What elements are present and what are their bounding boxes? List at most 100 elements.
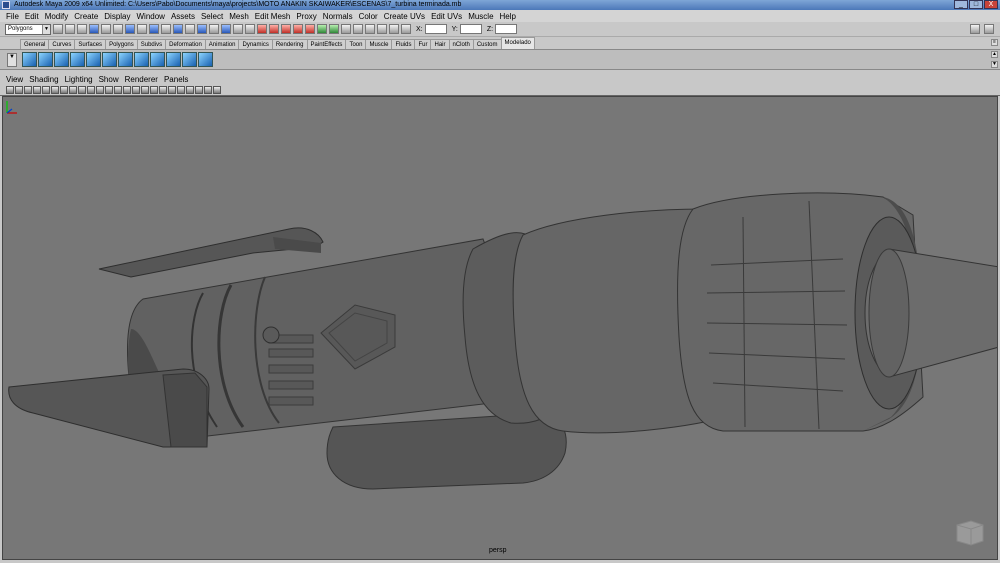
output-ops-icon[interactable]	[329, 24, 339, 34]
textured-icon[interactable]	[141, 86, 149, 94]
shelf-tab-fluids[interactable]: Fluids	[391, 39, 416, 49]
image-plane-icon[interactable]	[33, 86, 41, 94]
show-attribute-editor-icon[interactable]	[970, 24, 980, 34]
xray-joints-icon[interactable]	[177, 86, 185, 94]
lock-selection-icon[interactable]	[233, 24, 243, 34]
shelf-tab-rendering[interactable]: Rendering	[271, 39, 308, 49]
shelf-tab-painteffects[interactable]: PaintEffects	[306, 39, 347, 49]
uv-texture-editor-icon[interactable]	[198, 52, 213, 67]
shelf-tabs-menu-icon[interactable]: ≡	[991, 39, 998, 46]
safe-title-icon[interactable]	[105, 86, 113, 94]
shelf-tab-polygons[interactable]: Polygons	[105, 39, 138, 49]
render-current-frame-icon[interactable]	[365, 24, 375, 34]
panel-menu-lighting[interactable]: Lighting	[62, 75, 96, 84]
smooth-icon[interactable]	[134, 52, 149, 67]
pick-surfaces-icon[interactable]	[173, 24, 183, 34]
shelf-options-icon[interactable]: ▼	[7, 53, 17, 67]
extrude-icon[interactable]	[38, 52, 53, 67]
shelf-tab-surfaces[interactable]: Surfaces	[74, 39, 107, 49]
panel-menu-view[interactable]: View	[3, 75, 26, 84]
open-scene-icon[interactable]	[65, 24, 75, 34]
shadows-icon[interactable]	[159, 86, 167, 94]
menu-color[interactable]: Color	[356, 12, 381, 21]
ipr-render-icon[interactable]	[377, 24, 387, 34]
menu-modify[interactable]: Modify	[42, 12, 72, 21]
high-quality-icon[interactable]	[195, 86, 203, 94]
menu-proxy[interactable]: Proxy	[293, 12, 319, 21]
shelf-tab-animation[interactable]: Animation	[204, 39, 240, 49]
combine-icon[interactable]	[150, 52, 165, 67]
maximize-button[interactable]: □	[969, 0, 983, 9]
menu-window[interactable]: Window	[134, 12, 168, 21]
menu-edit-mesh[interactable]: Edit Mesh	[252, 12, 294, 21]
poly-cube-icon[interactable]	[22, 52, 37, 67]
insert-edge-loop-icon[interactable]	[70, 52, 85, 67]
shelf-scroll-up-icon[interactable]: ▲	[991, 51, 998, 58]
select-camera-icon[interactable]	[6, 86, 14, 94]
save-scene-icon[interactable]	[77, 24, 87, 34]
menu-set-dropdown[interactable]: Polygons ▼	[5, 23, 51, 35]
grid-icon[interactable]	[51, 86, 59, 94]
highlight-selection-icon[interactable]	[245, 24, 255, 34]
menu-muscle[interactable]: Muscle	[465, 12, 496, 21]
minimize-button[interactable]: _	[954, 0, 968, 9]
mirror-geometry-icon[interactable]	[166, 52, 181, 67]
resolution-gate-icon[interactable]	[69, 86, 77, 94]
menu-create-uvs[interactable]: Create UVs	[381, 12, 428, 21]
shelf-scroll-down-icon[interactable]: ▼	[991, 61, 998, 68]
field-chart-icon[interactable]	[87, 86, 95, 94]
y-field[interactable]	[459, 24, 482, 34]
render-view-icon[interactable]	[353, 24, 363, 34]
panel-menu-panels[interactable]: Panels	[161, 75, 191, 84]
select-by-object-icon[interactable]	[101, 24, 111, 34]
menu-normals[interactable]: Normals	[320, 12, 356, 21]
shelf-tab-fur[interactable]: Fur	[414, 39, 432, 49]
pick-misc-icon[interactable]	[221, 24, 231, 34]
pick-rendering-icon[interactable]	[209, 24, 219, 34]
shelf-tab-subdivs[interactable]: Subdivs	[136, 39, 167, 49]
gate-mask-icon[interactable]	[78, 86, 86, 94]
bookmarks-icon[interactable]	[24, 86, 32, 94]
menu-edit-uvs[interactable]: Edit UVs	[428, 12, 465, 21]
menu-file[interactable]: File	[3, 12, 22, 21]
render-settings-icon[interactable]	[389, 24, 399, 34]
use-all-lights-icon[interactable]	[150, 86, 158, 94]
wireframe-on-shaded-icon[interactable]	[132, 86, 140, 94]
select-handles-icon[interactable]	[137, 24, 147, 34]
show-channel-box-icon[interactable]	[984, 24, 994, 34]
two-d-pan-zoom-icon[interactable]	[42, 86, 50, 94]
shelf-tab-curves[interactable]: Curves	[48, 39, 76, 49]
menu-assets[interactable]: Assets	[168, 12, 198, 21]
four-view-icon[interactable]	[213, 86, 221, 94]
shelf-tab-dynamics[interactable]: Dynamics	[238, 39, 273, 49]
xray-icon[interactable]	[168, 86, 176, 94]
shelf-tab-modelado[interactable]: Modelado	[500, 37, 535, 49]
append-polygon-icon[interactable]	[118, 52, 133, 67]
transform-mode-icon[interactable]	[401, 24, 411, 34]
single-view-icon[interactable]	[204, 86, 212, 94]
film-gate-icon[interactable]	[60, 86, 68, 94]
merge-vertices-icon[interactable]	[102, 52, 117, 67]
menu-help[interactable]: Help	[497, 12, 519, 21]
select-by-component-icon[interactable]	[113, 24, 123, 34]
menu-display[interactable]: Display	[101, 12, 133, 21]
close-button[interactable]: X	[984, 0, 998, 9]
shelf-tab-deformation[interactable]: Deformation	[165, 39, 206, 49]
select-by-hierarchy-icon[interactable]	[89, 24, 99, 34]
safe-action-icon[interactable]	[96, 86, 104, 94]
view-cube-icon[interactable]	[953, 517, 987, 549]
snap-to-grid-icon[interactable]	[257, 24, 267, 34]
perspective-viewport[interactable]: persp	[2, 96, 998, 560]
snap-to-curve-icon[interactable]	[269, 24, 279, 34]
shelf-tab-custom[interactable]: Custom	[472, 39, 502, 49]
isolate-select-icon[interactable]	[186, 86, 194, 94]
menu-select[interactable]: Select	[198, 12, 226, 21]
smooth-shade-icon[interactable]	[123, 86, 131, 94]
pick-dynamics-icon[interactable]	[197, 24, 207, 34]
menu-create[interactable]: Create	[71, 12, 101, 21]
construction-history-icon[interactable]	[341, 24, 351, 34]
panel-menu-shading[interactable]: Shading	[26, 75, 61, 84]
pick-deformations-icon[interactable]	[185, 24, 195, 34]
z-field[interactable]	[495, 24, 518, 34]
turbine-model[interactable]	[3, 97, 998, 560]
